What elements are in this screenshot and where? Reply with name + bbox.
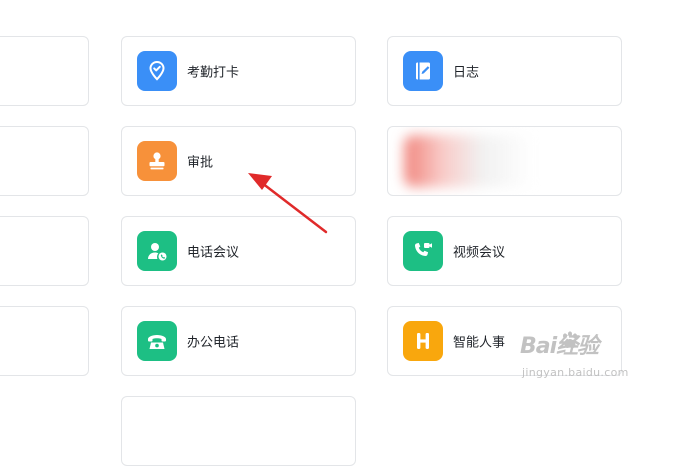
left-card-3[interactable] <box>0 216 89 286</box>
app-card-attendance[interactable]: 考勤打卡 <box>121 36 356 106</box>
video-call-icon <box>403 231 443 271</box>
left-card-1[interactable] <box>0 36 89 106</box>
watermark-url: jingyan.baidu.com <box>522 366 629 379</box>
app-card-office-phone[interactable]: 办公电话 <box>121 306 356 376</box>
app-card-phone-conference[interactable]: 电话会议 <box>121 216 356 286</box>
app-card-video-call[interactable]: 视频会议 <box>387 216 622 286</box>
app-label-approval: 审批 <box>187 155 214 171</box>
app-label-attendance: 考勤打卡 <box>187 65 240 81</box>
baidu-watermark: Bai经验 jingyan.baidu.com <box>520 328 670 388</box>
paw-icon <box>563 331 577 348</box>
stamp-icon <box>137 141 177 181</box>
app-card-journal[interactable]: 日志 <box>387 36 622 106</box>
location-check-icon <box>137 51 177 91</box>
phone-conference-icon <box>137 231 177 271</box>
app-label-journal: 日志 <box>453 65 480 81</box>
office-phone-icon <box>137 321 177 361</box>
app-label-smart-hr: 智能人事 <box>453 335 506 351</box>
blurred-redaction <box>404 135 534 187</box>
middle-card-5[interactable] <box>121 396 356 466</box>
hr-icon <box>403 321 443 361</box>
app-card-redacted[interactable] <box>387 126 622 196</box>
app-label-office-phone: 办公电话 <box>187 335 240 351</box>
app-label-video-call: 视频会议 <box>453 245 506 261</box>
left-card-2[interactable] <box>0 126 89 196</box>
journal-edit-icon <box>403 51 443 91</box>
app-card-approval[interactable]: 审批 <box>121 126 356 196</box>
app-label-phone-conference: 电话会议 <box>187 245 240 261</box>
left-card-4[interactable] <box>0 306 89 376</box>
